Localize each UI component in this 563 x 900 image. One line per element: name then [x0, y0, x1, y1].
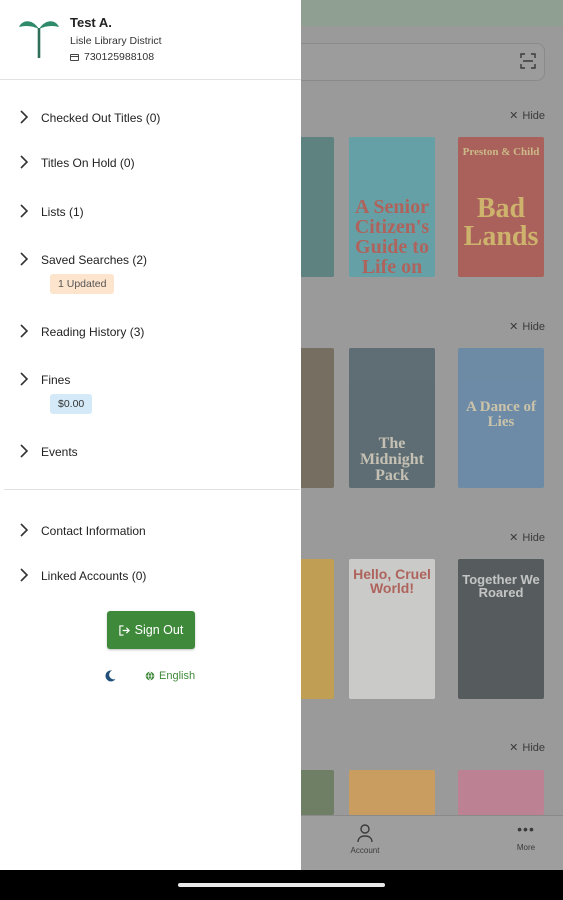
fines-amount-badge: $0.00 — [50, 394, 93, 414]
tab-account: Account — [335, 823, 395, 855]
menu-item-label: Contact Information — [41, 524, 146, 538]
menu-item-label: Titles On Hold (0) — [41, 156, 135, 170]
saved-searches-updated-badge: 1 Updated — [50, 274, 115, 294]
menu-item-lists[interactable]: Lists (1) — [0, 197, 301, 227]
hide-button: ✕ Hide — [509, 742, 545, 754]
menu-item-label: Events — [41, 445, 78, 459]
chevron-right-icon — [20, 252, 29, 266]
language-label: English — [159, 670, 196, 682]
account-drawer: Test A. Lisle Library District 730125988… — [0, 0, 301, 870]
menu-item-titles-on-hold[interactable]: Titles On Hold (0) — [0, 148, 301, 178]
menu-item-contact-information[interactable]: Contact Information — [0, 516, 301, 546]
tab-more: ••• More — [496, 821, 556, 852]
card-number-text: 730125988108 — [84, 51, 155, 63]
library-card-icon — [70, 53, 79, 61]
chevron-right-icon — [20, 155, 29, 169]
drawer-header: Test A. Lisle Library District 730125988… — [0, 0, 301, 80]
chevron-right-icon — [20, 110, 29, 124]
menu-item-label: Saved Searches (2) — [41, 253, 148, 267]
moon-icon[interactable] — [103, 669, 117, 683]
chevron-right-icon — [20, 324, 29, 338]
sign-out-button[interactable]: Sign Out — [107, 611, 195, 649]
book-cover — [349, 770, 435, 815]
book-cover — [458, 770, 544, 815]
background-search-bar — [290, 43, 545, 81]
book-cover: Preston & Child Bad Lands — [458, 137, 544, 277]
library-name: Lisle Library District — [70, 35, 162, 47]
book-cover: A Senior Citizen's Guide to Life on the … — [349, 137, 435, 277]
hide-button: ✕ Hide — [509, 321, 545, 333]
globe-icon — [145, 671, 155, 681]
sign-out-icon — [118, 624, 130, 636]
menu-item-label: Fines — [41, 373, 71, 387]
book-cover: The Midnight Pack — [349, 348, 435, 488]
menu-item-linked-accounts[interactable]: Linked Accounts (0) — [0, 561, 301, 591]
menu-item-checked-out-titles[interactable]: Checked Out Titles (0) — [0, 103, 301, 133]
menu-divider — [4, 489, 300, 490]
menu-item-fines[interactable]: Fines — [0, 365, 301, 395]
more-icon: ••• — [517, 821, 535, 837]
book-cover: Hello, Cruel World! — [349, 559, 435, 699]
menu-item-label: Reading History (3) — [41, 325, 145, 339]
sign-out-label: Sign Out — [134, 623, 184, 637]
chevron-right-icon — [20, 444, 29, 458]
user-name: Test A. — [70, 15, 112, 30]
hide-button: ✕ Hide — [509, 532, 545, 544]
chevron-right-icon — [20, 568, 29, 582]
scan-barcode-icon — [520, 53, 536, 69]
menu-item-saved-searches[interactable]: Saved Searches (2) — [0, 245, 301, 275]
language-selector[interactable]: English — [145, 670, 195, 682]
chevron-right-icon — [20, 372, 29, 386]
menu-item-reading-history[interactable]: Reading History (3) — [0, 317, 301, 347]
hide-button: ✕ Hide — [509, 110, 545, 122]
menu-item-label: Checked Out Titles (0) — [41, 111, 161, 125]
home-gesture-handle[interactable] — [178, 883, 385, 887]
menu-item-label: Lists (1) — [41, 205, 84, 219]
chevron-right-icon — [20, 204, 29, 218]
book-cover: Together We Roared — [458, 559, 544, 699]
chevron-right-icon — [20, 523, 29, 537]
account-icon — [357, 824, 373, 843]
menu-item-events[interactable]: Events — [0, 437, 301, 467]
sprout-logo-icon — [19, 21, 59, 58]
library-card-number: 730125988108 — [70, 51, 154, 63]
book-cover: A Dance of Lies — [458, 348, 544, 488]
menu-item-label: Linked Accounts (0) — [41, 569, 147, 583]
